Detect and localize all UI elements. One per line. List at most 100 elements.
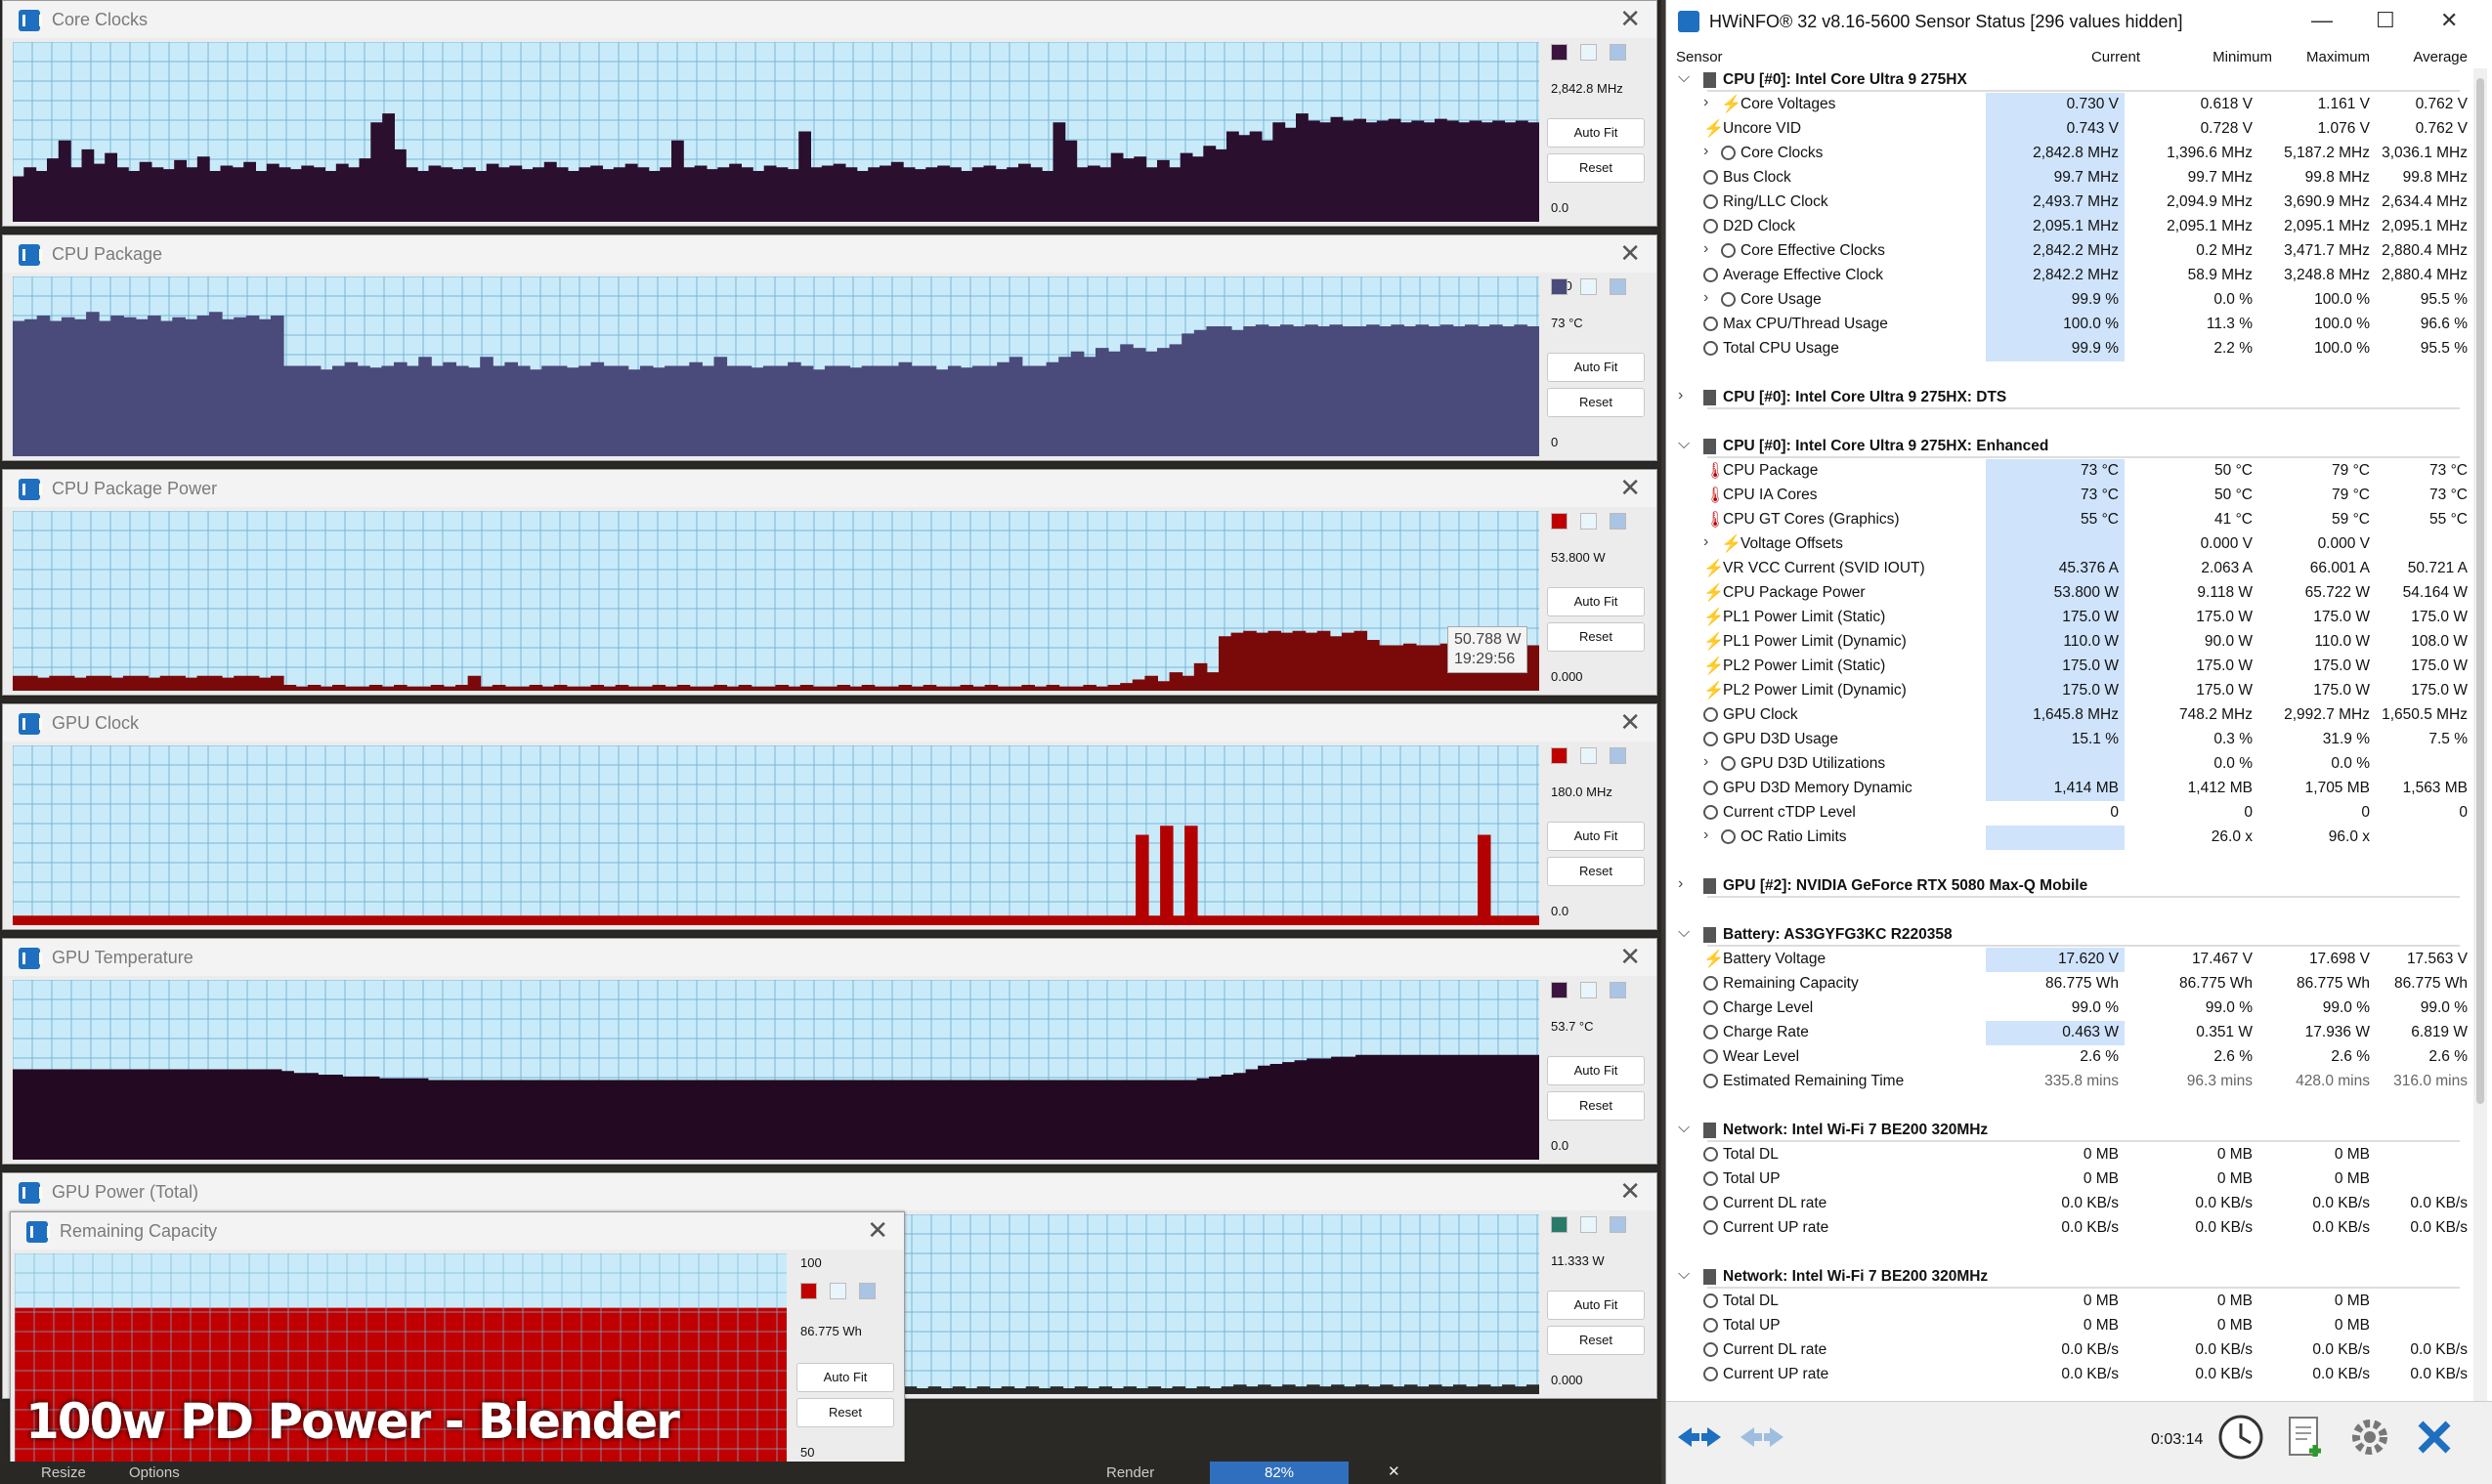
close-icon[interactable]: ✕	[2440, 8, 2458, 33]
close-icon[interactable]: ✕	[1619, 1176, 1641, 1207]
sensor-row[interactable]: GPU D3D Usage 15.1 % 0.3 % 31.9 % 7.5 %	[1666, 728, 2470, 752]
sensor-row[interactable]: Total CPU Usage 99.9 % 2.2 % 100.0 % 95.5 %	[1666, 337, 2470, 361]
sensor-row[interactable]: Total DL 0 MB 0 MB 0 MB	[1666, 1143, 2470, 1167]
gear-icon[interactable]	[2344, 1412, 2395, 1463]
chevron-right-icon[interactable]: ›	[1703, 289, 1708, 307]
sensor-row[interactable]: ⚡ PL1 Power Limit (Dynamic) 110.0 W 90.0 W 1…	[1666, 630, 2470, 655]
chevron-right-icon[interactable]: ›	[1703, 143, 1708, 160]
color-swatch[interactable]	[1551, 44, 1568, 61]
color-swatch[interactable]	[1610, 278, 1626, 295]
chevron-down-icon[interactable]: ⌵	[1678, 436, 1690, 453]
close-icon[interactable]: ✕	[1388, 1463, 1400, 1480]
sensor-row[interactable]: Total UP 0 MB 0 MB 0 MB	[1666, 1167, 2470, 1192]
sensor-row[interactable]: Remaining Capacity 86.775 Wh 86.775 Wh 86.7…	[1666, 972, 2470, 996]
sensor-row[interactable]: GPU D3D Memory Dynamic 1,414 MB 1,412 MB 1,…	[1666, 777, 2470, 801]
sensor-row[interactable]: Bus Clock 99.7 MHz 99.7 MHz 99.8 MHz 99.8 MH…	[1666, 166, 2470, 191]
options-label[interactable]: Options	[129, 1464, 180, 1481]
title-bar[interactable]: CPU Package Power ✕	[3, 470, 1656, 507]
chevron-right-icon[interactable]: ›	[1703, 533, 1708, 551]
collapse-arrows-icon[interactable]	[1674, 1412, 1725, 1463]
sensor-row[interactable]: › Core Usage 99.9 % 0.0 % 100.0 % 95.5 %	[1666, 288, 2470, 313]
sensor-row[interactable]: › ⚡ Voltage Offsets 0.000 V 0.000 V	[1666, 532, 2470, 557]
sensor-row[interactable]: Current DL rate 0.0 KB/s 0.0 KB/s 0.0 KB/s 0…	[1666, 1338, 2470, 1363]
sensor-group-header[interactable]: › CPU [#0]: Intel Core Ultra 9 275HX: DTS	[1666, 386, 2470, 410]
sensor-row[interactable]: Estimated Remaining Time 335.8 mins 96.3 m…	[1666, 1070, 2470, 1094]
color-swatch[interactable]	[1580, 982, 1597, 998]
chevron-right-icon[interactable]: ›	[1703, 827, 1708, 844]
sensor-row[interactable]: Current UP rate 0.0 KB/s 0.0 KB/s 0.0 KB/s 0…	[1666, 1216, 2470, 1241]
color-swatch[interactable]	[1551, 278, 1568, 295]
sensor-row[interactable]: › GPU D3D Utilizations 0.0 % 0.0 %	[1666, 752, 2470, 777]
auto-fit-button[interactable]: Auto Fit	[1547, 118, 1645, 148]
sensor-row[interactable]: Total UP 0 MB 0 MB 0 MB	[1666, 1314, 2470, 1338]
auto-fit-button[interactable]: Auto Fit	[1547, 587, 1645, 616]
sensor-row[interactable]: 🌡 CPU IA Cores 73 °C 50 °C 79 °C 73 °C	[1666, 484, 2470, 508]
chevron-down-icon[interactable]: ⌵	[1678, 69, 1690, 87]
sensor-row[interactable]: ⚡ Battery Voltage 17.620 V 17.467 V 17.698 V…	[1666, 948, 2470, 972]
close-icon[interactable]: ✕	[1619, 238, 1641, 269]
chevron-down-icon[interactable]: ⌵	[1678, 924, 1690, 942]
expand-arrows-icon[interactable]	[1737, 1412, 1787, 1463]
auto-fit-button[interactable]: Auto Fit	[1547, 1291, 1645, 1320]
auto-fit-button[interactable]: Auto Fit	[796, 1363, 894, 1392]
sensor-group-header[interactable]: ⌵ Network: Intel Wi-Fi 7 BE200 320MHz	[1666, 1265, 2470, 1290]
sensor-row[interactable]: Average Effective Clock 2,842.2 MHz 58.9 M…	[1666, 264, 2470, 288]
color-swatch[interactable]	[1580, 1216, 1597, 1233]
reset-button[interactable]: Reset	[1547, 857, 1645, 886]
sensor-row[interactable]: Charge Level 99.0 % 99.0 % 99.0 % 99.0 %	[1666, 996, 2470, 1021]
reset-button[interactable]: Reset	[1547, 622, 1645, 652]
resize-label[interactable]: Resize	[41, 1464, 86, 1481]
reset-button[interactable]: Reset	[1547, 1091, 1645, 1121]
sensor-row[interactable]: Total DL 0 MB 0 MB 0 MB	[1666, 1290, 2470, 1314]
sensor-graph-window[interactable]: CPU Package✕ 100 73 °C Auto Fit Reset 0	[2, 234, 1657, 461]
sensor-row[interactable]: D2D Clock 2,095.1 MHz 2,095.1 MHz 2,095.1 M…	[1666, 215, 2470, 239]
sensor-row[interactable]: ⚡ CPU Package Power 53.800 W 9.118 W 65.722 …	[1666, 581, 2470, 606]
chevron-right-icon[interactable]: ›	[1678, 387, 1683, 404]
sensor-row[interactable]: Current DL rate 0.0 KB/s 0.0 KB/s 0.0 KB/s 0…	[1666, 1192, 2470, 1216]
render-label[interactable]: Render	[1106, 1464, 1154, 1481]
sensor-graph-window[interactable]: GPU Clock ✕ 180.0 MHz Auto Fit Reset 0.0	[2, 703, 1657, 930]
color-swatch[interactable]	[830, 1283, 846, 1299]
color-swatch[interactable]	[1551, 1216, 1568, 1233]
color-swatch[interactable]	[1610, 1216, 1626, 1233]
report-icon[interactable]	[2280, 1412, 2331, 1463]
sensor-group-header[interactable]: ⌵ Battery: AS3GYFG3KC R220358	[1666, 923, 2470, 948]
color-swatch[interactable]	[859, 1283, 876, 1299]
auto-fit-button[interactable]: Auto Fit	[1547, 1056, 1645, 1085]
sensor-row[interactable]: Current UP rate 0.0 KB/s 0.0 KB/s 0.0 KB/s 0…	[1666, 1363, 2470, 1387]
chevron-right-icon[interactable]: ›	[1703, 94, 1708, 111]
sensor-group-header[interactable]: › GPU [#2]: NVIDIA GeForce RTX 5080 Max-Q…	[1666, 874, 2470, 899]
chevron-down-icon[interactable]: ⌵	[1678, 1120, 1690, 1137]
sensor-row[interactable]: Current cTDP Level 0 0 0 0	[1666, 801, 2470, 826]
sensor-row[interactable]: ⚡ VR VCC Current (SVID IOUT) 45.376 A 2.063…	[1666, 557, 2470, 581]
color-swatch[interactable]	[1551, 513, 1568, 530]
title-bar[interactable]: GPU Clock ✕	[3, 704, 1656, 742]
close-icon[interactable]: ✕	[1619, 942, 1641, 972]
reset-button[interactable]: Reset	[1547, 388, 1645, 417]
sensor-row[interactable]: › Core Clocks 2,842.8 MHz 1,396.6 MHz 5,187.…	[1666, 142, 2470, 166]
sensor-row[interactable]: 🌡 CPU GT Cores (Graphics) 55 °C 41 °C 59 °C 5…	[1666, 508, 2470, 532]
sensor-row[interactable]: Wear Level 2.6 % 2.6 % 2.6 % 2.6 %	[1666, 1045, 2470, 1070]
sensor-row[interactable]: Charge Rate 0.463 W 0.351 W 17.936 W 6.819 W	[1666, 1021, 2470, 1045]
sensor-row[interactable]: GPU Clock 1,645.8 MHz 748.2 MHz 2,992.7 MHz…	[1666, 703, 2470, 728]
maximize-icon[interactable]: ☐	[2376, 8, 2395, 33]
vertical-scrollbar[interactable]	[2473, 68, 2487, 1417]
reset-button[interactable]: Reset	[1547, 1326, 1645, 1355]
sensor-graph-window[interactable]: Core Clocks ✕ 2,842.8 MHz Auto Fit Reset …	[2, 0, 1657, 227]
sensor-graph-window[interactable]: GPU Temperature ✕ 53.7 °C Auto Fit Reset …	[2, 938, 1657, 1165]
sensor-group-header[interactable]: ⌵ Network: Intel Wi-Fi 7 BE200 320MHz	[1666, 1119, 2470, 1143]
reset-button[interactable]: Reset	[796, 1398, 894, 1427]
title-bar[interactable]: GPU Power (Total) ✕	[3, 1173, 1656, 1210]
chevron-right-icon[interactable]: ›	[1703, 240, 1708, 258]
title-bar[interactable]: GPU Temperature ✕	[3, 939, 1656, 976]
auto-fit-button[interactable]: Auto Fit	[1547, 353, 1645, 382]
color-swatch[interactable]	[1580, 278, 1597, 295]
color-swatch[interactable]	[1610, 513, 1626, 530]
chevron-down-icon[interactable]: ⌵	[1678, 1266, 1690, 1284]
close-icon[interactable]	[2409, 1412, 2460, 1463]
color-swatch[interactable]	[800, 1283, 817, 1299]
close-icon[interactable]: ✕	[1619, 707, 1641, 738]
title-bar[interactable]: CPU Package ✕	[3, 235, 1656, 273]
color-swatch[interactable]	[1610, 982, 1626, 998]
sensor-group-header[interactable]: ⌵ CPU [#0]: Intel Core Ultra 9 275HX	[1666, 68, 2470, 93]
